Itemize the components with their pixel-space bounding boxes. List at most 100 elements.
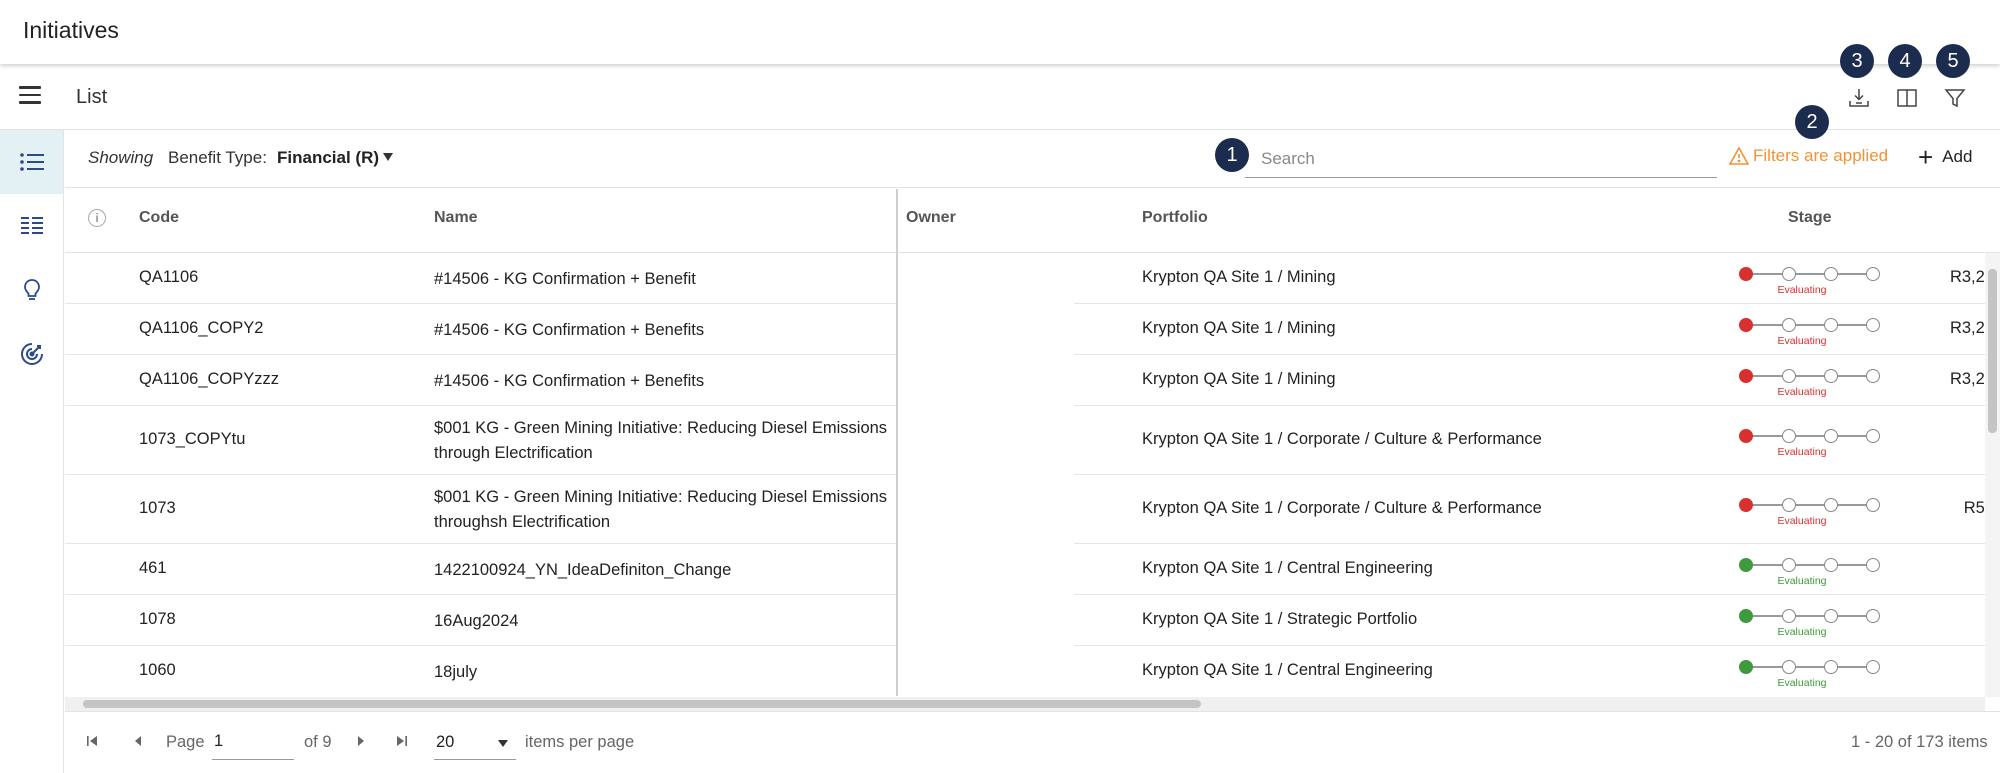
cell-name[interactable]: $001 KG - Green Mining Initiative: Reduc… [434,416,904,466]
cell-portfolio[interactable]: Krypton QA Site 1 / Corporate / Culture … [1142,430,1542,449]
cell-code[interactable]: 1078 [139,610,176,629]
cell-portfolio[interactable]: Krypton QA Site 1 / Strategic Portfolio [1142,610,1417,629]
filter-icon[interactable] [1940,83,1970,113]
cell-portfolio[interactable]: Krypton QA Site 1 / Mining [1142,319,1336,338]
filters-label: Filters are applied [1753,146,1889,165]
table-row[interactable]: 1073 $001 KG - Green Mining Initiative: R… [65,475,2000,545]
rail-item-list[interactable] [0,130,63,194]
horizontal-scrollbar[interactable] [65,697,1985,711]
stage-label: Evaluating [1777,515,1827,527]
caret-down-icon[interactable] [383,153,393,161]
stage-indicator[interactable]: Evaluating [1739,496,1889,530]
table-row[interactable]: QA1106_COPYzzz #14506 - KG Confirmation +… [65,355,2000,407]
column-header-portfolio[interactable]: Portfolio [1142,209,1208,227]
cell-portfolio[interactable]: Krypton QA Site 1 / Central Engineering [1142,661,1433,680]
stage-dot [1824,558,1838,572]
stage-indicator[interactable]: Evaluating [1739,367,1889,401]
cell-code[interactable]: 1060 [139,661,176,680]
vertical-scroll-thumb[interactable] [1988,269,1997,433]
stage-indicator[interactable]: Evaluating [1739,658,1889,692]
toolbar: Showing Benefit Type: Financial (R) Filt… [65,130,2000,188]
stage-dot-current [1739,267,1753,281]
items-per-page-select[interactable]: 20 [434,724,516,760]
cell-name[interactable]: 16Aug2024 [434,609,904,634]
stage-indicator[interactable]: Evaluating [1739,607,1889,641]
cell-owner[interactable] [896,253,1074,305]
stage-dot [1866,267,1880,281]
stage-dot [1824,318,1838,332]
stage-dot [1824,609,1838,623]
menu-icon[interactable] [19,86,41,104]
cell-code[interactable]: 1073 [139,499,176,518]
table-row[interactable]: 1073_COPYtu $001 KG - Green Mining Initia… [65,406,2000,476]
cell-owner[interactable] [896,304,1074,356]
stage-track [1747,615,1875,617]
cell-name[interactable]: #14506 - KG Confirmation + Benefits [434,369,904,394]
cell-name-line: #14506 - KG Confirmation + Benefits [434,372,705,390]
stage-label: Evaluating [1777,335,1827,347]
download-icon[interactable] [1844,83,1874,113]
stage-dot-current [1739,558,1753,572]
rail-item-tracking[interactable] [0,322,63,386]
cell-code[interactable]: 1073_COPYtu [139,430,245,449]
column-header-owner[interactable]: Owner [906,209,956,227]
target-icon [20,343,43,365]
cell-code[interactable]: 461 [139,559,167,578]
benefit-type-select[interactable]: Financial (R) [277,148,379,168]
column-header-name[interactable]: Name [434,209,478,227]
next-page-icon[interactable] [354,734,368,753]
page-number-input[interactable] [212,724,294,760]
cell-name[interactable]: 18july [434,660,904,685]
stage-indicator[interactable]: Evaluating [1739,265,1889,299]
column-header-stage[interactable]: Stage [1788,209,1832,227]
sub-header: List [0,64,2000,130]
cell-owner[interactable] [896,406,1074,476]
cell-owner[interactable] [896,595,1074,647]
cell-owner[interactable] [896,475,1074,545]
table-row[interactable]: QA1106_COPY2 #14506 - KG Confirmation + B… [65,304,2000,356]
stage-dot [1866,498,1880,512]
cell-code[interactable]: QA1106_COPY2 [139,319,263,338]
info-icon[interactable]: i [88,209,106,227]
cell-name[interactable]: #14506 - KG Confirmation + Benefit [434,267,904,292]
stage-indicator[interactable]: Evaluating [1739,427,1889,461]
table-row[interactable]: QA1106 #14506 - KG Confirmation + Benefit… [65,253,2000,305]
stage-indicator[interactable]: Evaluating [1739,316,1889,350]
stage-dot-current [1739,660,1753,674]
search-input[interactable] [1245,140,1717,178]
last-page-icon[interactable] [395,734,409,753]
stage-dot [1824,369,1838,383]
cell-code[interactable]: QA1106_COPYzzz [139,370,279,389]
stage-indicator[interactable]: Evaluating [1739,556,1889,590]
cell-portfolio[interactable]: Krypton QA Site 1 / Mining [1142,370,1336,389]
column-header-code[interactable]: Code [139,209,179,227]
cell-name-line: 18july [434,663,478,681]
cell-name[interactable]: #14506 - KG Confirmation + Benefits [434,318,904,343]
first-page-icon[interactable] [85,734,99,753]
cell-code[interactable]: QA1106 [139,268,198,287]
stage-dot-current [1739,609,1753,623]
stage-dot [1782,660,1796,674]
vertical-scrollbar[interactable] [1985,253,2000,697]
columns-icon[interactable] [1892,83,1922,113]
cell-name-line: throughsh Electrification [434,513,611,531]
cell-portfolio[interactable]: Krypton QA Site 1 / Central Engineering [1142,559,1433,578]
prev-page-icon[interactable] [131,734,145,753]
cell-owner[interactable] [896,544,1074,596]
cell-owner[interactable] [896,355,1074,407]
table-row[interactable]: 1078 16Aug2024 Krypton QA Site 1 / Strateg… [65,595,2000,647]
filters-applied-indicator[interactable]: Filters are applied [1729,146,1888,166]
cell-name[interactable]: $001 KG - Green Mining Initiative: Reduc… [434,485,904,535]
cell-owner[interactable] [896,646,1074,696]
add-button[interactable]: + Add [1918,144,1972,170]
stage-label: Evaluating [1777,284,1827,296]
page-count-label: of 9 [304,733,332,751]
cell-portfolio[interactable]: Krypton QA Site 1 / Corporate / Culture … [1142,499,1542,518]
table-row[interactable]: 1060 18july Krypton QA Site 1 / Central En… [65,646,2000,696]
table-row[interactable]: 461 1422100924_YN_IdeaDefiniton_Change Kry… [65,544,2000,596]
rail-item-ideas[interactable] [0,258,63,322]
cell-portfolio[interactable]: Krypton QA Site 1 / Mining [1142,268,1336,287]
horizontal-scroll-thumb[interactable] [83,700,1201,708]
rail-item-detail-list[interactable] [0,194,63,258]
cell-name[interactable]: 1422100924_YN_IdeaDefiniton_Change [434,558,904,583]
